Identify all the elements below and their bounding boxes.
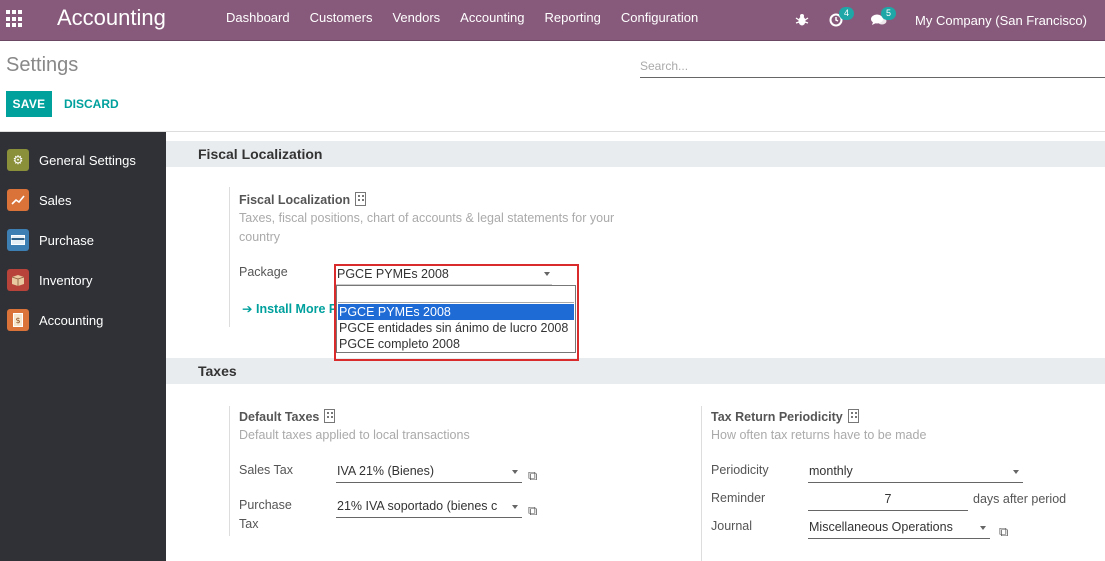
fiscal-help-line2: country (239, 230, 280, 244)
top-navbar: Accounting Dashboard Customers Vendors A… (0, 0, 1105, 41)
periodicity-title-text: Tax Return Periodicity (711, 410, 843, 424)
fiscal-block-border (229, 187, 230, 327)
section-header-fiscal: Fiscal Localization (166, 141, 1105, 167)
main-menu: Dashboard Customers Vendors Accounting R… (216, 0, 708, 40)
discard-button[interactable]: DISCARD (58, 91, 125, 117)
package-option[interactable]: PGCE entidades sin ánimo de lucro 2008 (338, 320, 574, 336)
search-box (640, 56, 1105, 78)
menu-item-configuration[interactable]: Configuration (611, 0, 708, 40)
page-title: Settings (6, 54, 79, 76)
sales-tax-value: IVA 21% (Bienes) (337, 464, 435, 478)
menu-item-dashboard[interactable]: Dashboard (216, 0, 300, 40)
activity-badge: 4 (839, 7, 855, 20)
sidebar-item-label: Accounting (39, 312, 104, 328)
company-building-icon (324, 409, 336, 423)
purchase-tax-label-1: Purchase (239, 498, 292, 512)
chevron-down-icon (544, 272, 550, 276)
navbar-right: 4 5 My Company (San Francisco) (795, 0, 1105, 40)
debug-bug-icon[interactable] (795, 0, 809, 40)
reminder-suffix: days after period (973, 492, 1067, 506)
fiscal-field-title: Fiscal Localization (239, 192, 367, 207)
periodicity-value: monthly (809, 464, 853, 478)
package-select[interactable]: PGCE PYMEs 2008 (336, 266, 552, 285)
periodicity-help: How often tax returns have to be made (711, 428, 927, 442)
invoice-icon: $ (7, 309, 29, 331)
default-taxes-block-border (229, 406, 230, 536)
purchase-tax-label-2: Tax (239, 517, 259, 531)
section-header-taxes: Taxes (166, 358, 1105, 384)
reminder-days-input[interactable]: 7 (808, 489, 968, 511)
default-taxes-title: Default Taxes (239, 409, 336, 424)
package-option[interactable]: PGCE completo 2008 (338, 336, 574, 352)
journal-label: Journal (711, 519, 752, 533)
save-button[interactable]: SAVE (6, 91, 52, 117)
svg-text:$: $ (15, 316, 20, 325)
sidebar-item-purchase[interactable]: Purchase (0, 220, 166, 260)
external-link-icon[interactable]: ⧉ (999, 525, 1011, 538)
chevron-down-icon (980, 526, 986, 530)
sidebar-item-general-settings[interactable]: ⚙ General Settings (0, 140, 166, 180)
menu-item-accounting[interactable]: Accounting (450, 0, 534, 40)
sidebar-item-label: General Settings (39, 152, 136, 168)
chevron-down-icon (512, 505, 518, 509)
sidebar-item-label: Inventory (39, 272, 93, 288)
fiscal-field-title-text: Fiscal Localization (239, 193, 351, 207)
default-taxes-title-text: Default Taxes (239, 410, 320, 424)
package-dropdown-list: PGCE PYMEs 2008 PGCE entidades sin ánimo… (336, 285, 576, 353)
chart-icon (7, 189, 29, 211)
arrow-right-icon: ➔ (242, 302, 253, 316)
sales-tax-select[interactable]: IVA 21% (Bienes) (336, 461, 522, 483)
periodicity-block-border (701, 406, 702, 561)
sidebar-item-inventory[interactable]: Inventory (0, 260, 166, 300)
journal-value: Miscellaneous Operations (809, 520, 953, 534)
box-icon (7, 269, 29, 291)
package-option[interactable]: PGCE PYMEs 2008 (338, 304, 574, 320)
sidebar-item-sales[interactable]: Sales (0, 180, 166, 220)
gear-icon: ⚙ (7, 149, 29, 171)
sidebar-item-label: Purchase (39, 232, 94, 248)
journal-select[interactable]: Miscellaneous Operations (808, 517, 990, 539)
messages-chat-icon[interactable]: 5 (871, 0, 897, 40)
periodicity-label: Periodicity (711, 463, 769, 477)
package-value: PGCE PYMEs 2008 (337, 267, 449, 281)
chevron-down-icon (1013, 470, 1019, 474)
external-link-icon[interactable]: ⧉ (528, 469, 540, 482)
package-label: Package (239, 265, 288, 279)
settings-content: Fiscal Localization Fiscal Localization … (166, 132, 1105, 561)
app-brand: Accounting (57, 5, 166, 30)
menu-item-reporting[interactable]: Reporting (535, 0, 611, 40)
dropdown-search-input[interactable] (338, 287, 574, 303)
company-building-icon (355, 192, 367, 206)
periodicity-title: Tax Return Periodicity (711, 409, 859, 424)
card-icon (7, 229, 29, 251)
purchase-tax-value: 21% IVA soportado (bienes c (337, 499, 498, 513)
default-taxes-help: Default taxes applied to local transacti… (239, 428, 470, 442)
sidebar-item-accounting[interactable]: $ Accounting (0, 300, 166, 340)
search-input[interactable] (640, 56, 1105, 76)
activity-clock-icon[interactable]: 4 (829, 0, 855, 40)
install-more-text: Install More P (255, 302, 338, 316)
sales-tax-label: Sales Tax (239, 463, 293, 477)
fiscal-help-line1: Taxes, fiscal positions, chart of accoun… (239, 211, 615, 225)
apps-grid-icon[interactable] (6, 10, 24, 28)
sidebar-item-label: Sales (39, 192, 72, 208)
periodicity-select[interactable]: monthly (808, 461, 1023, 483)
company-building-icon (847, 409, 859, 423)
messages-badge: 5 (881, 7, 897, 20)
install-more-link[interactable]: ➔ Install More P (242, 301, 337, 316)
settings-sidebar: ⚙ General Settings Sales Purchase Invent… (0, 132, 166, 561)
purchase-tax-select[interactable]: 21% IVA soportado (bienes c (336, 496, 522, 518)
company-switcher[interactable]: My Company (San Francisco) (915, 3, 1087, 38)
menu-item-customers[interactable]: Customers (300, 0, 383, 40)
chevron-down-icon (512, 470, 518, 474)
reminder-label: Reminder (711, 491, 766, 505)
menu-item-vendors[interactable]: Vendors (382, 0, 450, 40)
external-link-icon[interactable]: ⧉ (528, 504, 540, 517)
